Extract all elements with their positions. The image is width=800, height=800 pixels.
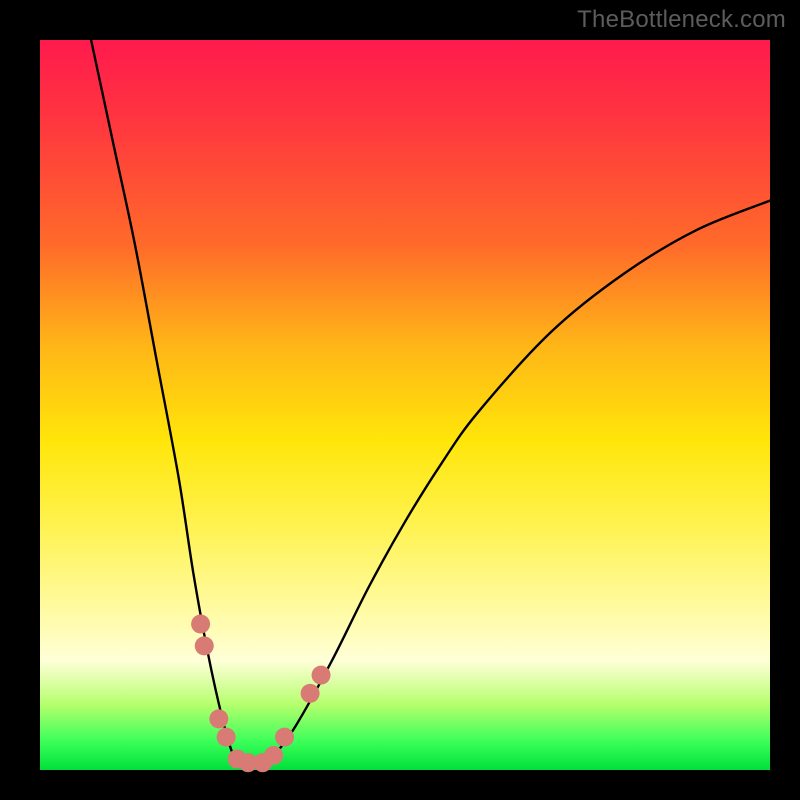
left-threshold-4	[217, 728, 236, 747]
left-threshold-3	[209, 709, 228, 728]
curve-markers	[191, 615, 330, 773]
left-threshold-2	[195, 636, 214, 655]
trough-4	[264, 746, 283, 765]
chart-svg	[40, 40, 770, 770]
right-threshold-2	[301, 684, 320, 703]
left-threshold-1	[191, 615, 210, 634]
right-threshold-3	[312, 666, 331, 685]
chart-frame: TheBottleneck.com	[0, 0, 800, 800]
bottleneck-curve	[91, 40, 770, 768]
watermark-text: TheBottleneck.com	[577, 6, 786, 34]
right-threshold-1	[275, 728, 294, 747]
